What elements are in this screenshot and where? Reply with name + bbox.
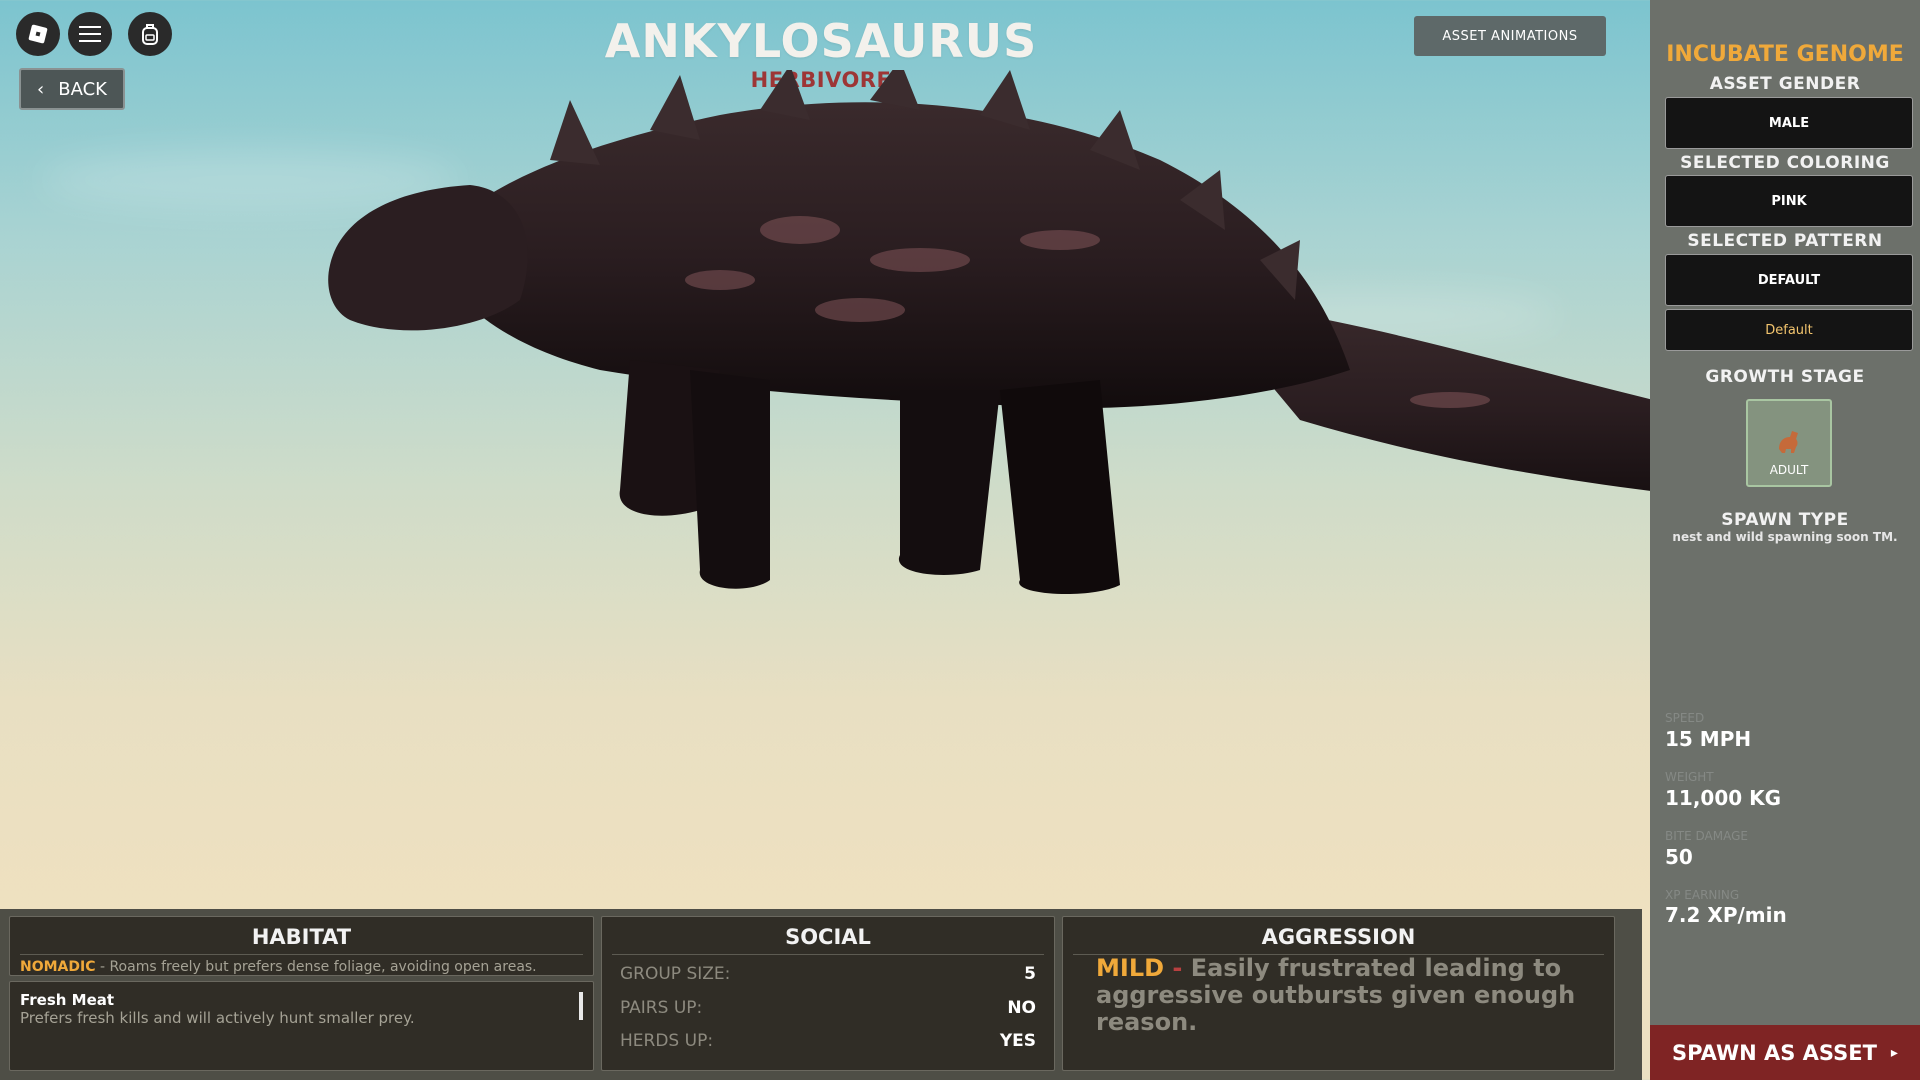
aggression-title: AGGRESSION	[1261, 925, 1416, 949]
social-row-herds-up: HERDS UP: YES	[620, 1031, 1036, 1051]
growth-stage-label: GROWTH STAGE	[1705, 367, 1865, 387]
habitat-text: - Roams freely but prefers dense foliage…	[95, 959, 537, 975]
coloring-selector[interactable]: PINK	[1665, 175, 1913, 227]
aggression-level: MILD	[1096, 954, 1165, 982]
gender-label: ASSET GENDER	[1709, 74, 1861, 94]
incubate-genome-panel: INCUBATE GENOME ASSET GENDER MALE SELECT…	[1650, 0, 1920, 1080]
roblox-logo-icon	[28, 24, 48, 44]
diet-description: Prefers fresh kills and will actively hu…	[20, 1009, 415, 1027]
social-row-group-size: GROUP SIZE: 5	[620, 964, 1036, 984]
spawn-as-asset-button[interactable]: SPAWN AS ASSET ▸	[1650, 1025, 1920, 1080]
menu-icon	[79, 26, 101, 42]
spawn-type-note: nest and wild spawning soon TM.	[1672, 530, 1898, 544]
pattern-option[interactable]: Default	[1665, 309, 1913, 351]
growth-stage-adult-card[interactable]: ADULT	[1746, 399, 1832, 487]
panel-title: INCUBATE GENOME	[1666, 42, 1904, 67]
habitat-type: NOMADIC	[20, 959, 96, 975]
stat-bite-value: 50	[1665, 845, 1693, 869]
pattern-value: DEFAULT	[1757, 272, 1821, 288]
dinosaur-icon	[1779, 431, 1798, 453]
stat-speed-label: SPEED	[1665, 711, 1705, 725]
aggression-panel: AGGRESSION MILD - Easily frustrated lead…	[1062, 916, 1615, 1071]
stat-weight-label: WEIGHT	[1665, 770, 1714, 784]
asset-animations-button[interactable]: ASSET ANIMATIONS	[1414, 16, 1606, 56]
coloring-label: SELECTED COLORING	[1680, 153, 1890, 173]
spawn-label: SPAWN AS ASSET	[1672, 1040, 1877, 1065]
diet-scrollbar[interactable]	[579, 992, 583, 1020]
habitat-description: NOMADIC - Roams freely but prefers dense…	[20, 959, 537, 975]
pattern-label: SELECTED PATTERN	[1687, 231, 1883, 251]
spawn-type-label: SPAWN TYPE	[1721, 510, 1849, 530]
pattern-option-label: Default	[1765, 322, 1813, 338]
play-arrow-icon: ▸	[1890, 1044, 1898, 1061]
hamburger-menu-button[interactable]	[68, 12, 112, 56]
aggression-description: MILD - Easily frustrated leading to aggr…	[1096, 954, 1576, 1036]
habitat-title: HABITAT	[251, 925, 352, 949]
gender-selector[interactable]: MALE	[1665, 97, 1913, 149]
social-row-pairs-up: PAIRS UP: NO	[620, 998, 1036, 1018]
social-title: SOCIAL	[785, 925, 871, 949]
back-button[interactable]: ‹ BACK	[19, 68, 125, 110]
growth-stage-value: ADULT	[1769, 463, 1809, 477]
roblox-menu-button[interactable]	[16, 12, 60, 56]
backpack-icon	[142, 24, 158, 45]
gender-value: MALE	[1768, 115, 1810, 131]
backpack-button[interactable]	[128, 12, 172, 56]
chevron-left-icon: ‹	[37, 78, 45, 100]
back-label: BACK	[58, 78, 107, 100]
dinosaur-name: ANKYLOSAURUS	[604, 14, 1038, 68]
stat-xp-value: 7.2 XP/min	[1665, 903, 1787, 927]
coloring-value: PINK	[1771, 193, 1807, 209]
stat-bite-label: BITE DAMAGE	[1665, 829, 1748, 843]
pattern-selector[interactable]: DEFAULT	[1665, 254, 1913, 306]
stat-xp-label: XP EARNING	[1665, 888, 1740, 902]
diet-title: Fresh Meat	[20, 991, 115, 1009]
social-panel: SOCIAL GROUP SIZE: 5 PAIRS UP: NO HERDS …	[601, 916, 1055, 1071]
stat-weight-value: 11,000 KG	[1665, 786, 1782, 810]
habitat-panel: HABITAT NOMADIC - Roams freely but prefe…	[9, 916, 594, 976]
diet-panel: Fresh Meat Prefers fresh kills and will …	[9, 981, 594, 1071]
stat-speed-value: 15 MPH	[1665, 727, 1752, 751]
